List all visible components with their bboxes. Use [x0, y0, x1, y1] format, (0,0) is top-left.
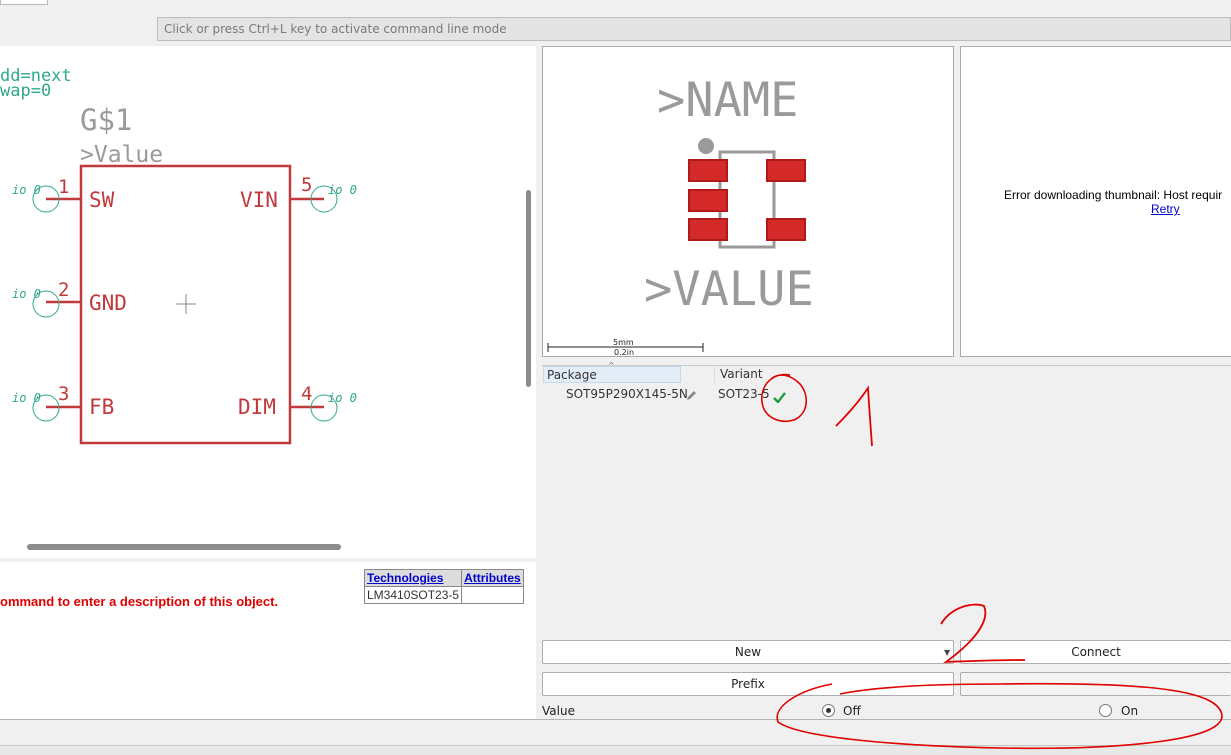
pin-io-label: io 0 — [328, 183, 357, 197]
pin-io-label: io 0 — [328, 391, 357, 405]
pin-name: SW — [89, 188, 115, 212]
command-line-input[interactable]: Click or press Ctrl+L key to activate co… — [157, 17, 1231, 41]
symbol-value-label: >Value — [80, 142, 163, 168]
technology-cell: LM3410SOT23-5 — [363, 586, 463, 604]
pin-number: 1 — [58, 176, 69, 198]
pin-gnd[interactable]: io 0 2 GND — [12, 279, 127, 318]
new-button[interactable]: New — [542, 640, 954, 664]
description-text[interactable]: ommand to enter a description of this ob… — [0, 594, 278, 609]
attribute-text-swap: wap=0 — [0, 81, 51, 101]
package-list[interactable] — [542, 365, 1231, 633]
horizontal-scrollbar[interactable] — [27, 544, 341, 550]
pin-dim[interactable]: io 0 4 DIM — [238, 383, 357, 422]
column-header-variant[interactable]: Variant — [714, 366, 1231, 383]
pin-number: 3 — [58, 383, 69, 405]
pin-io-label: io 0 — [12, 287, 41, 301]
package-outline — [718, 150, 776, 249]
pad — [688, 189, 728, 212]
pin-name: DIM — [238, 395, 276, 419]
attributes-link[interactable]: Attributes — [461, 569, 524, 587]
pad — [688, 159, 728, 182]
thumbnail-error-text: Error downloading thumbnail: Host requir — [1004, 188, 1223, 202]
sort-arrow-icon: ^ — [608, 361, 615, 370]
prefix-button[interactable]: Prefix — [542, 672, 954, 696]
pin-fb[interactable]: io 0 3 FB — [12, 383, 114, 422]
schematic-canvas[interactable]: dd=next wap=0 G$1 >Value io 0 1 SW io 0 … — [0, 46, 536, 558]
pin-sw[interactable]: io 0 1 SW — [12, 176, 115, 213]
value-off-radio[interactable] — [822, 704, 835, 717]
dropdown-arrow-icon[interactable]: ▼ — [944, 648, 950, 657]
pin-number: 2 — [58, 279, 69, 301]
package-preview: >NAME >VALUE 5mm 0.2in — [542, 46, 954, 357]
value-label: Value — [542, 704, 575, 718]
value-on-radio[interactable] — [1099, 704, 1112, 717]
pin-io-label: io 0 — [12, 391, 41, 405]
pin-name: GND — [89, 291, 127, 315]
vertical-scrollbar[interactable] — [526, 190, 531, 387]
pin-number: 4 — [301, 383, 312, 405]
retry-link[interactable]: Retry — [1151, 202, 1180, 216]
svg-text:5mm: 5mm — [613, 338, 634, 347]
connect-button[interactable]: Connect — [960, 640, 1231, 664]
scale-bar: 5mm 0.2in — [547, 338, 704, 357]
pin-vin[interactable]: io 0 5 VIN — [240, 174, 357, 213]
value-off-label[interactable]: Off — [843, 704, 861, 718]
value-on-label[interactable]: On — [1121, 704, 1138, 718]
status-bar — [0, 719, 1231, 746]
technologies-link[interactable]: Technologies — [363, 569, 463, 587]
pad — [688, 218, 728, 241]
package-row-variant[interactable]: SOT23-5 — [718, 387, 770, 401]
preview-value-label: >VALUE — [644, 262, 814, 317]
pin1-marker — [698, 138, 714, 154]
check-icon — [773, 388, 786, 407]
svg-text:0.2in: 0.2in — [614, 348, 634, 357]
technologies-table: Technologies Attributes LM3410SOT23-5 — [363, 569, 524, 604]
blank-button[interactable] — [960, 672, 1231, 696]
origin-crosshair-icon — [176, 294, 196, 314]
tab-stub[interactable] — [0, 0, 48, 5]
pin-name: FB — [89, 395, 114, 419]
attribute-cell — [461, 586, 524, 604]
pin-io-label: io 0 — [12, 183, 41, 197]
gate-name: G$1 — [80, 103, 132, 137]
package-row-name[interactable]: SOT95P290X145-5N — [566, 387, 688, 401]
pad — [766, 159, 806, 182]
edit-pencil-icon — [686, 386, 697, 405]
preview-name-label: >NAME — [657, 73, 798, 128]
pin-number: 5 — [301, 174, 312, 196]
pin-name: VIN — [240, 188, 278, 212]
pad — [766, 218, 806, 241]
